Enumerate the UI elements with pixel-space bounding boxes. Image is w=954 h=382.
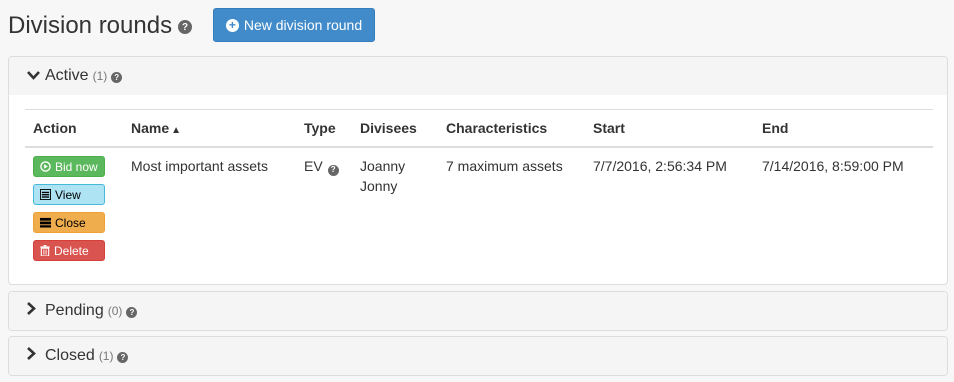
pending-label: Pending	[45, 302, 104, 319]
type-cell: EV?	[296, 147, 352, 276]
page-title: Division rounds	[8, 12, 173, 39]
type-value: EV	[304, 158, 323, 174]
divisee-name: Joanny	[360, 158, 406, 174]
question-circle-icon[interactable]: ?	[117, 351, 129, 363]
close-button[interactable]: Close	[33, 212, 105, 233]
active-panel-heading[interactable]: Active (1) ?	[9, 57, 947, 95]
question-circle-icon[interactable]: ?	[111, 71, 123, 83]
chevron-right-icon	[27, 347, 41, 365]
question-circle-icon[interactable]: ?	[178, 20, 193, 34]
column-header-action: Action	[33, 120, 77, 136]
question-circle-icon[interactable]: ?	[327, 164, 339, 176]
question-circle-icon[interactable]: ?	[126, 306, 138, 318]
close-label: Close	[55, 215, 86, 230]
page-header: Division rounds ?	[8, 8, 193, 44]
caret-up-icon: ▲	[171, 125, 182, 136]
pending-count: (0)	[107, 304, 123, 318]
bid-now-label: Bid now	[55, 159, 98, 174]
start-cell: 7/7/2016, 2:56:34 PM	[593, 158, 727, 174]
closed-label: Closed	[45, 347, 95, 364]
view-label: View	[55, 187, 81, 202]
chevron-down-icon	[27, 67, 41, 85]
active-label: Active	[45, 67, 89, 84]
name-cell: Most important assets	[131, 158, 268, 174]
division-rounds-table: Action Name ▲ Type Divisees Characteristi…	[25, 109, 933, 276]
end-cell: 7/14/2016, 8:59:00 PM	[762, 158, 904, 174]
pending-panel-heading[interactable]: Pending (0) ?	[9, 292, 947, 330]
delete-button[interactable]: Delete	[33, 240, 105, 261]
tasks-icon	[40, 217, 51, 228]
active-panel-body: Action Name ▲ Type Divisees Characteristi…	[9, 95, 947, 282]
column-header-name-label: Name	[131, 120, 170, 136]
active-panel: Active (1) ? Action Name ▲ Type Divisees …	[8, 56, 948, 285]
characteristics-cell: 7 maximum assets	[446, 158, 563, 174]
plus-circle-icon: +	[225, 18, 239, 32]
play-circle-icon	[40, 161, 51, 172]
column-header-type: Type	[304, 120, 336, 136]
divisee-name: Jonny	[360, 178, 398, 194]
trash-icon	[40, 245, 50, 256]
column-header-divisees: Divisees	[360, 120, 417, 136]
delete-label: Delete	[54, 243, 89, 258]
new-division-round-label: New division round	[243, 17, 363, 33]
column-header-end: End	[762, 120, 789, 136]
action-cell: Bid now View Close Delete	[25, 147, 123, 276]
view-button[interactable]: View	[33, 184, 105, 205]
list-alt-icon	[40, 189, 51, 200]
column-header-characteristics: Characteristics	[446, 120, 548, 136]
column-header-start: Start	[593, 120, 625, 136]
chevron-right-icon	[27, 302, 41, 320]
closed-panel: Closed (1) ?	[8, 336, 948, 376]
closed-panel-heading[interactable]: Closed (1) ?	[9, 337, 947, 375]
table-row: Bid now View Close Delete Most important…	[25, 147, 933, 276]
active-count: (1)	[92, 69, 108, 83]
new-division-round-button[interactable]: + New division round	[213, 8, 375, 42]
divisees-cell: Joanny Jonny	[352, 147, 438, 276]
closed-count: (1)	[98, 349, 114, 363]
column-header-name[interactable]: Name ▲	[123, 110, 296, 148]
bid-now-button[interactable]: Bid now	[33, 156, 105, 177]
table-header-row: Action Name ▲ Type Divisees Characteristi…	[25, 109, 933, 148]
pending-panel: Pending (0) ?	[8, 291, 948, 331]
